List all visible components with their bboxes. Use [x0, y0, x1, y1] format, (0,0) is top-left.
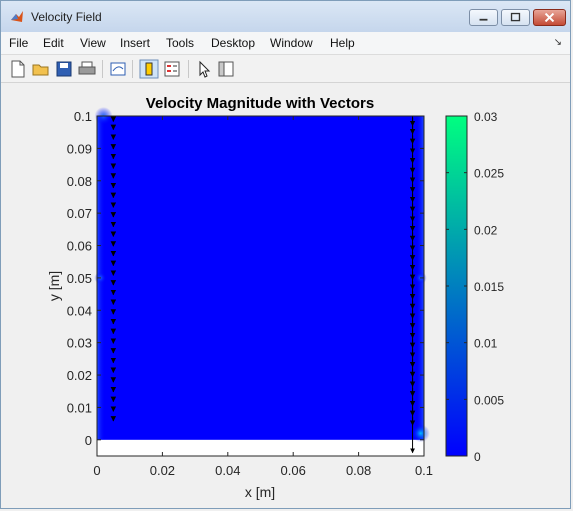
toolbar-separator — [102, 60, 103, 78]
x-tick-label: 0 — [93, 463, 100, 478]
toolbar-separator — [132, 60, 133, 78]
y-tick-label: 0.03 — [67, 336, 92, 351]
minimize-icon — [479, 18, 488, 21]
y-tick-label: 0.07 — [67, 206, 92, 221]
x-tick-label: 0.04 — [215, 463, 240, 478]
toolbar — [1, 55, 570, 83]
matlab-logo-icon — [11, 11, 23, 22]
colorbar-tick-label: 0 — [474, 450, 481, 464]
title-bar[interactable]: Velocity Field — [1, 1, 570, 33]
menu-view[interactable]: View — [80, 36, 106, 50]
save-icon[interactable] — [54, 59, 74, 79]
close-button[interactable] — [533, 9, 566, 26]
menu-edit[interactable]: Edit — [43, 36, 64, 50]
menu-help[interactable]: Help — [330, 36, 355, 50]
y-tick-label: 0.08 — [67, 174, 92, 189]
velocity-field — [94, 107, 430, 443]
insert-legend-icon[interactable] — [162, 59, 182, 79]
y-axis-label: y [m] — [46, 271, 62, 301]
colorbar-tick-label: 0.025 — [474, 167, 504, 181]
colorbar-tick-label: 0.005 — [474, 393, 504, 407]
menu-window[interactable]: Window — [270, 36, 313, 50]
property-inspector-icon[interactable] — [216, 59, 236, 79]
menu-dock-arrow-icon[interactable]: ↘ — [554, 37, 562, 48]
x-axis-label: x [m] — [245, 484, 275, 500]
field-background — [97, 116, 424, 440]
insert-colorbar-icon[interactable] — [139, 59, 159, 79]
link-plot-icon[interactable] — [108, 59, 128, 79]
colorbar-tick-label: 0.01 — [474, 337, 498, 351]
y-tick-label: 0.05 — [67, 271, 92, 286]
x-tick-label: 0.06 — [281, 463, 306, 478]
figure-window: Velocity Field File Edit View Insert Too… — [0, 0, 571, 509]
menu-desktop[interactable]: Desktop — [211, 36, 255, 50]
colorbar[interactable] — [445, 115, 468, 457]
x-tick-label: 0.02 — [150, 463, 175, 478]
print-icon[interactable] — [77, 59, 97, 79]
colorbar-tick-label: 0.03 — [474, 110, 498, 124]
toolbar-separator — [188, 60, 189, 78]
close-icon — [544, 12, 555, 23]
y-tick-label: 0.01 — [67, 400, 92, 415]
window-title: Velocity Field — [31, 10, 102, 24]
chart-title: Velocity Magnitude with Vectors — [146, 95, 374, 112]
y-tick-label: 0.04 — [67, 303, 92, 318]
menu-insert[interactable]: Insert — [120, 36, 150, 50]
menu-bar: File Edit View Insert Tools Desktop Wind… — [1, 32, 570, 55]
velocity-plot[interactable]: Velocity Magnitude with Vectors 0 0.02 0.0… — [9, 83, 564, 505]
colorbar-tick-label: 0.02 — [474, 223, 498, 237]
maximize-icon — [510, 12, 521, 22]
edit-plot-arrow-icon[interactable] — [194, 59, 214, 79]
y-tick-label: 0.09 — [67, 141, 92, 156]
menu-tools[interactable]: Tools — [166, 36, 194, 50]
y-tick-label: 0 — [85, 433, 92, 448]
minimize-button[interactable] — [469, 9, 498, 26]
figure-canvas[interactable]: Velocity Magnitude with Vectors 0 0.02 0.0… — [9, 83, 564, 505]
y-tick-label: 0.1 — [74, 109, 92, 124]
maximize-button[interactable] — [501, 9, 530, 26]
new-figure-icon[interactable] — [8, 59, 28, 79]
colorbar-tick-label: 0.015 — [474, 280, 504, 294]
x-tick-label: 0.1 — [415, 463, 433, 478]
y-tick-label: 0.02 — [67, 368, 92, 383]
open-file-icon[interactable] — [31, 59, 51, 79]
menu-file[interactable]: File — [9, 36, 28, 50]
x-tick-label: 0.08 — [346, 463, 371, 478]
y-tick-label: 0.06 — [67, 239, 92, 254]
